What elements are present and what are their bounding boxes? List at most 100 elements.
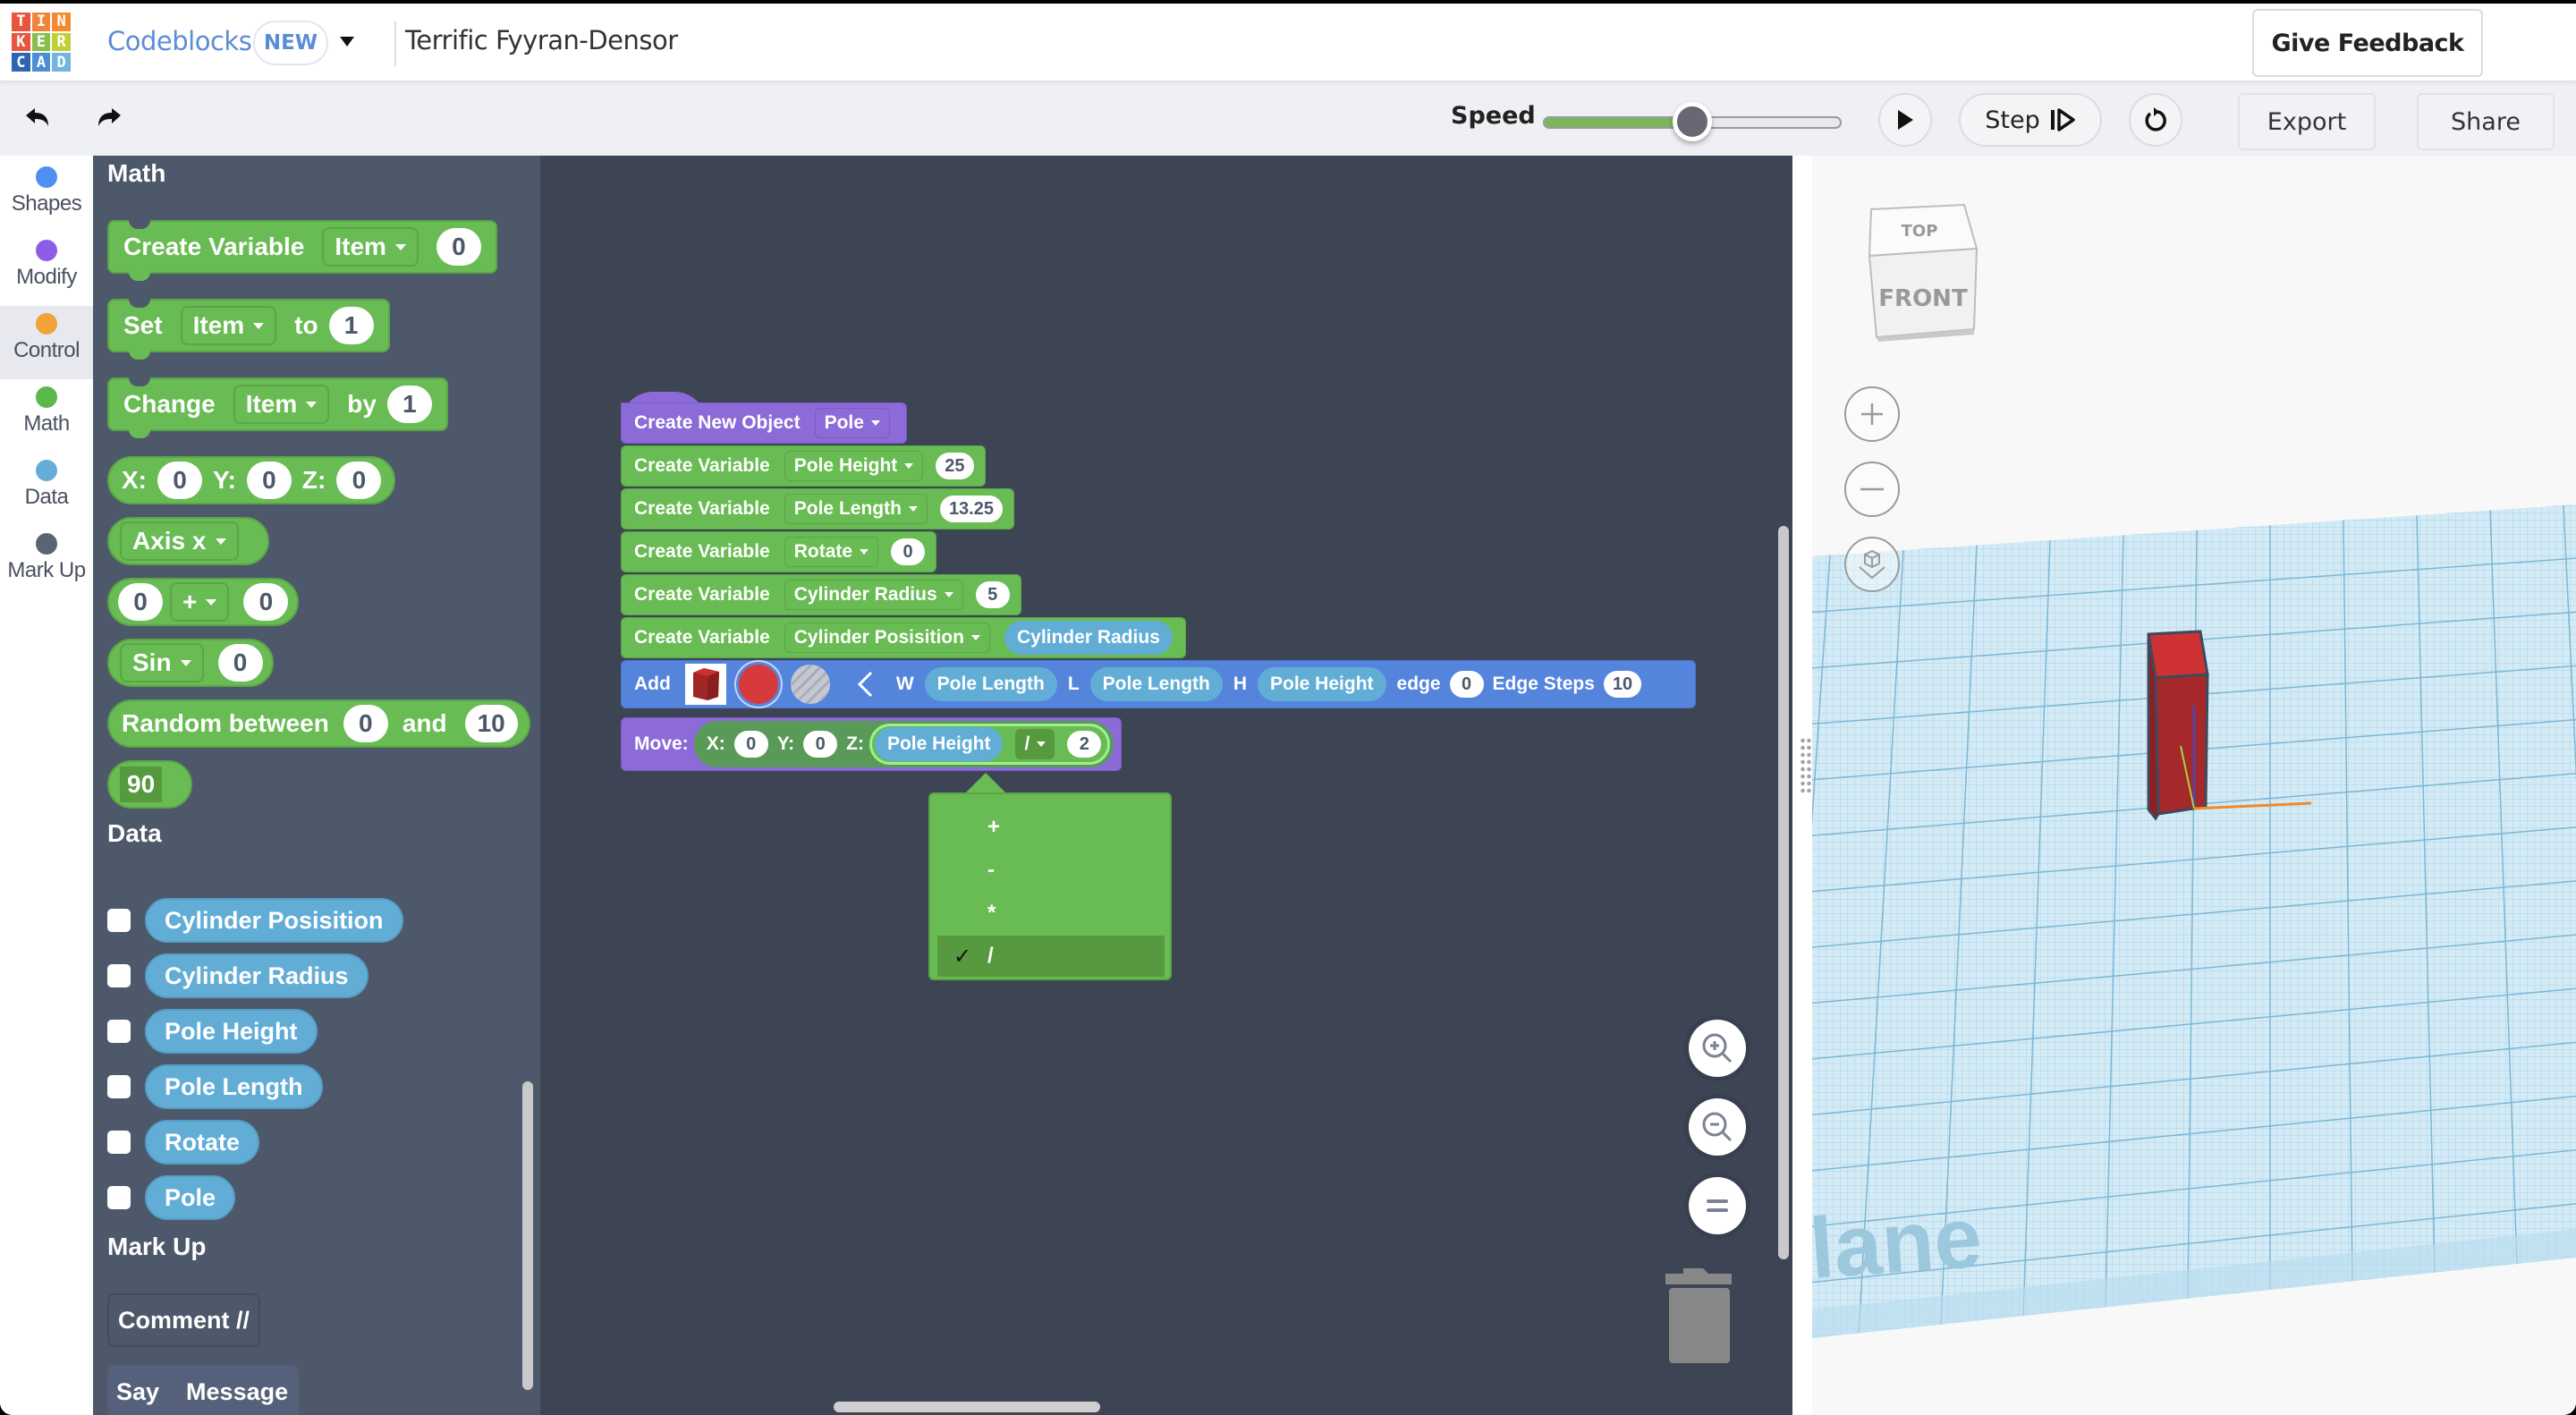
y-input[interactable]: 0 (803, 731, 838, 758)
create-variable-block[interactable]: Create Variable Pole Length 13.25 (621, 488, 1014, 530)
left-operand-input[interactable]: 0 (118, 583, 163, 621)
y-input[interactable]: 0 (246, 462, 292, 499)
workspace-reset-zoom-button[interactable] (1689, 1177, 1746, 1234)
axis-dropdown[interactable]: Axis x (120, 521, 239, 561)
category-modify[interactable]: Modify (0, 233, 93, 306)
variable-checkbox[interactable] (107, 1131, 131, 1154)
value-input[interactable]: 25 (936, 453, 974, 479)
variable-dropdown[interactable]: Pole Height (784, 451, 924, 481)
solid-color-swatch[interactable] (738, 665, 778, 704)
variable-block[interactable]: Pole Height (145, 1009, 318, 1054)
speed-slider-thumb[interactable] (1673, 102, 1712, 141)
category-data[interactable]: Data (0, 453, 93, 526)
variable-checkbox[interactable] (107, 1075, 131, 1098)
add-shape-block[interactable]: Add W Pole Length L Pole Length H Pole H… (621, 660, 1696, 708)
give-feedback-button[interactable]: Give Feedback (2252, 9, 2483, 77)
value-variable[interactable]: Cylinder Radius (1004, 621, 1173, 655)
width-variable[interactable]: Pole Length (924, 667, 1057, 701)
variable-dropdown[interactable]: Rotate (784, 537, 879, 567)
value-input[interactable]: 13.25 (939, 496, 1003, 522)
caret-down-icon[interactable] (340, 37, 354, 47)
create-variable-block[interactable]: Create Variable Pole Height 25 (621, 445, 986, 487)
step-button[interactable]: Step (1959, 93, 2102, 147)
variable-checkbox[interactable] (107, 1020, 131, 1043)
variable-dropdown[interactable]: Cylinder Radius (784, 580, 963, 610)
viewport-zoom-out-button[interactable] (1844, 462, 1900, 517)
object-dropdown[interactable]: Pole (814, 408, 890, 438)
number-block[interactable]: 90 (107, 760, 193, 809)
z-arithmetic-reporter[interactable]: Pole Height / 2 (869, 724, 1111, 765)
view-cube[interactable]: TOP FRONT (1868, 203, 1979, 342)
workspace-zoom-in-button[interactable] (1689, 1020, 1746, 1077)
xyz-block[interactable]: X: 0 Y: 0 Z: 0 (107, 456, 396, 504)
variable-block[interactable]: Pole Length (145, 1064, 323, 1109)
workspace-vertical-scrollbar[interactable] (1778, 526, 1789, 1259)
variable-dropdown[interactable]: Item (180, 306, 277, 345)
variable-checkbox[interactable] (107, 964, 131, 987)
variable-block[interactable]: Cylinder Posisition (145, 898, 403, 943)
app-name[interactable]: Codeblocks (107, 26, 252, 56)
3d-viewport[interactable]: lane TOP FRONT (1812, 156, 2576, 1415)
create-variable-block[interactable]: Create Variable Cylinder Posisition Cylind… (621, 617, 1186, 658)
comment-block[interactable]: Comment // (107, 1293, 261, 1347)
variable-dropdown[interactable]: Item (322, 227, 419, 267)
arithmetic-block[interactable]: 0 + 0 (107, 578, 300, 626)
code-workspace[interactable]: Create New Object Pole Create Variable Po… (540, 156, 1792, 1415)
change-variable-block[interactable]: Change Item by 1 (107, 377, 448, 438)
category-shapes[interactable]: Shapes (0, 159, 93, 233)
variable-dropdown[interactable]: Cylinder Posisition (784, 623, 990, 653)
value-input[interactable]: 1 (328, 307, 374, 344)
viewport-zoom-in-button[interactable] (1844, 386, 1900, 442)
say-block[interactable]: Say Message (107, 1365, 299, 1415)
edge-steps-input[interactable]: 10 (1603, 671, 1642, 698)
chevron-left-icon[interactable] (857, 671, 873, 698)
variable-dropdown[interactable]: Pole Length (784, 494, 928, 524)
value-input[interactable]: 0 (891, 538, 926, 565)
create-variable-block[interactable]: Create Variable Cylinder Radius 5 (621, 574, 1021, 615)
operator-option[interactable]: ✓ / (937, 936, 1165, 977)
value-input[interactable]: 0 (436, 228, 481, 266)
value-input[interactable]: 5 (975, 581, 1010, 608)
operator-option[interactable]: + (937, 807, 1165, 848)
variable-checkbox[interactable] (107, 909, 131, 932)
operator-option[interactable]: - (937, 850, 1165, 891)
trash-icon[interactable] (1664, 1267, 1733, 1363)
create-new-object-block[interactable]: Create New Object Pole (621, 402, 907, 444)
x-input[interactable]: 0 (733, 731, 768, 758)
box-shape-icon[interactable] (684, 664, 726, 705)
category-mark-up[interactable]: Mark Up (0, 526, 93, 599)
document-title[interactable]: Terrific Fyyran-Densor (405, 25, 678, 55)
flyout-scrollbar[interactable] (522, 1081, 533, 1390)
axis-block[interactable]: Axis x (107, 517, 269, 565)
right-operand-input[interactable]: 0 (243, 583, 289, 621)
redo-button[interactable] (89, 98, 129, 138)
workspace-horizontal-scrollbar[interactable] (834, 1402, 1100, 1412)
set-variable-block[interactable]: Set Item to 1 (107, 299, 390, 360)
x-input[interactable]: 0 (157, 462, 202, 499)
z-value-input[interactable]: 2 (1067, 731, 1102, 758)
xyz-reporter[interactable]: X: 0 Y: 0 Z: Pole Height / 2 (693, 721, 1114, 767)
value-input[interactable]: 0 (217, 644, 263, 682)
value-input[interactable]: 1 (386, 386, 432, 423)
variable-block[interactable]: Pole (145, 1175, 236, 1220)
operator-dropdown[interactable]: / (1015, 729, 1055, 759)
create-variable-block[interactable]: Create Variable Rotate 0 (621, 531, 937, 572)
z-variable[interactable]: Pole Height (874, 727, 1004, 761)
operator-dropdown[interactable]: + (170, 582, 230, 622)
tinkercad-logo[interactable]: TIN KER CAD (12, 13, 71, 72)
reset-button[interactable] (2129, 93, 2182, 147)
number-value[interactable]: 90 (120, 767, 163, 802)
viewport-fit-view-button[interactable] (1844, 537, 1900, 592)
min-input[interactable]: 0 (343, 705, 388, 742)
move-block[interactable]: Move: X: 0 Y: 0 Z: Pole Height / 2 (621, 717, 1123, 771)
workspace-zoom-out-button[interactable] (1689, 1098, 1746, 1156)
drag-handle-icon[interactable] (1800, 737, 1812, 792)
variable-checkbox[interactable] (107, 1186, 131, 1209)
edge-input[interactable]: 0 (1449, 671, 1484, 698)
message-input[interactable]: Message (186, 1378, 288, 1406)
hole-swatch[interactable] (790, 665, 830, 704)
trig-dropdown[interactable]: Sin (120, 643, 204, 682)
create-variable-block[interactable]: Create Variable Item 0 (107, 220, 497, 281)
trig-block[interactable]: Sin 0 (107, 639, 274, 687)
max-input[interactable]: 10 (464, 705, 518, 742)
